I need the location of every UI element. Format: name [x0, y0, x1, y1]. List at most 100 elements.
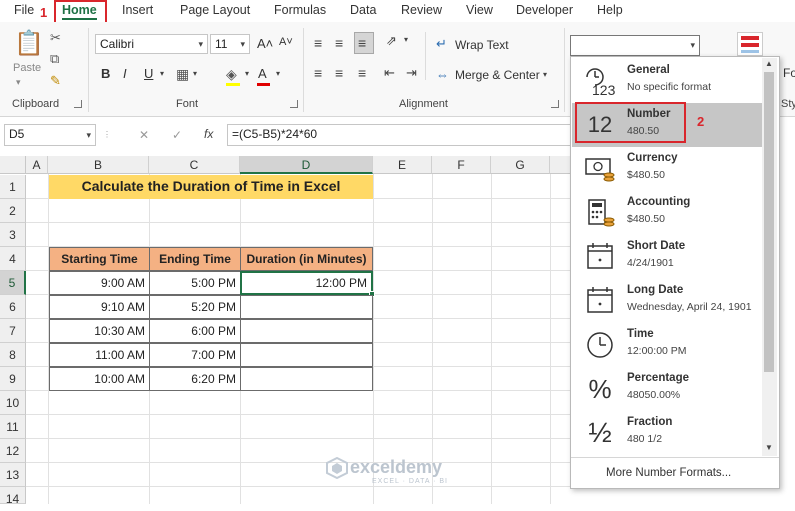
- format-painter-icon[interactable]: ✎: [50, 74, 61, 87]
- cell-d9[interactable]: [240, 367, 373, 391]
- cell-b5[interactable]: 9:00 AM: [49, 271, 150, 295]
- tab-formulas[interactable]: Formulas: [274, 3, 326, 17]
- column-header-d[interactable]: D: [240, 156, 373, 174]
- cell-b6[interactable]: 9:10 AM: [49, 295, 150, 319]
- chevron-down-icon[interactable]: ▾: [193, 70, 197, 78]
- format-option-accounting[interactable]: Accounting $480.50: [572, 191, 764, 235]
- clipboard-launcher-icon[interactable]: [74, 100, 82, 108]
- paste-button[interactable]: Paste: [13, 62, 41, 74]
- header-duration[interactable]: Duration (in Minutes): [240, 247, 373, 271]
- fill-color-icon[interactable]: ◈: [226, 67, 237, 81]
- copy-icon[interactable]: ⧉: [50, 52, 59, 65]
- align-right-icon[interactable]: ≡: [358, 66, 366, 80]
- chevron-down-icon[interactable]: ▾: [86, 131, 91, 140]
- cell-b7[interactable]: 10:30 AM: [49, 319, 150, 343]
- format-option-time[interactable]: Time 12:00:00 PM: [572, 323, 764, 367]
- top-align-icon[interactable]: ≡: [314, 36, 322, 50]
- dropdown-scrollbar[interactable]: ▲ ▼: [762, 58, 777, 456]
- row-header-10[interactable]: 10: [0, 391, 26, 415]
- shrink-font-button[interactable]: A˅: [279, 36, 293, 48]
- column-header-g[interactable]: G: [491, 156, 550, 174]
- scrollbar-thumb[interactable]: [764, 72, 774, 372]
- row-header-12[interactable]: 12: [0, 439, 26, 463]
- cell-c8[interactable]: 7:00 PM: [149, 343, 241, 367]
- scroll-up-icon[interactable]: ▲: [765, 60, 773, 68]
- tab-view[interactable]: View: [466, 3, 493, 17]
- format-option-long-date[interactable]: Long Date Wednesday, April 24, 1901: [572, 279, 764, 323]
- italic-button[interactable]: I: [123, 66, 127, 81]
- formula-input[interactable]: =(C5-B5)*24*60: [227, 124, 570, 146]
- row-header-6[interactable]: 6: [0, 295, 26, 319]
- cell-d5-active[interactable]: 12:00 PM: [240, 271, 373, 295]
- sheet-title[interactable]: Calculate the Duration of Time in Excel: [49, 175, 373, 199]
- tab-insert[interactable]: Insert: [122, 3, 153, 17]
- row-header-14[interactable]: 14: [0, 487, 26, 506]
- cancel-button[interactable]: ✕: [139, 128, 149, 142]
- row-header-11[interactable]: 11: [0, 415, 26, 439]
- chevron-down-icon[interactable]: ▾: [198, 40, 203, 49]
- decrease-indent-icon[interactable]: ⇤: [384, 66, 395, 79]
- row-header-7[interactable]: 7: [0, 319, 26, 343]
- underline-button[interactable]: U: [144, 66, 153, 81]
- increase-indent-icon[interactable]: ⇥: [406, 66, 417, 79]
- tab-page-layout[interactable]: Page Layout: [180, 3, 250, 17]
- font-launcher-icon[interactable]: [290, 100, 298, 108]
- font-color-button[interactable]: A: [258, 66, 267, 81]
- orientation-icon[interactable]: ⇗: [386, 34, 397, 47]
- chevron-down-icon[interactable]: ▾: [690, 41, 695, 50]
- row-header-2[interactable]: 2: [0, 199, 26, 223]
- format-option-general[interactable]: 123 General No specific format: [572, 59, 764, 103]
- chevron-down-icon[interactable]: ▾: [276, 70, 280, 78]
- tab-review[interactable]: Review: [401, 3, 442, 17]
- tab-help[interactable]: Help: [597, 3, 623, 17]
- insert-function-button[interactable]: fx: [204, 127, 213, 141]
- bold-button[interactable]: B: [101, 66, 110, 81]
- wrap-text-button[interactable]: Wrap Text: [455, 38, 509, 52]
- header-ending-time[interactable]: Ending Time: [149, 247, 241, 271]
- cell-d8[interactable]: [240, 343, 373, 367]
- grow-font-button[interactable]: A˄: [257, 36, 273, 51]
- number-format-field[interactable]: ▾: [570, 35, 700, 56]
- font-name-field[interactable]: Calibri ▾: [95, 34, 208, 54]
- row-header-9[interactable]: 9: [0, 367, 26, 391]
- scroll-down-icon[interactable]: ▼: [765, 444, 773, 452]
- wrap-text-icon[interactable]: ↵: [436, 37, 447, 50]
- paste-dropdown-icon[interactable]: ▾: [16, 78, 21, 87]
- row-header-1[interactable]: 1: [0, 175, 26, 199]
- align-center-icon[interactable]: ≡: [335, 66, 343, 80]
- column-header-f[interactable]: F: [432, 156, 491, 174]
- conditional-formatting-icon[interactable]: [737, 32, 763, 56]
- chevron-down-icon[interactable]: ▾: [543, 71, 547, 79]
- cell-b9[interactable]: 10:00 AM: [49, 367, 150, 391]
- column-header-e[interactable]: E: [373, 156, 432, 174]
- format-option-percentage[interactable]: % Percentage 48050.00%: [572, 367, 764, 411]
- cell-d6[interactable]: [240, 295, 373, 319]
- chevron-down-icon[interactable]: ▾: [240, 40, 245, 49]
- cell-c9[interactable]: 6:20 PM: [149, 367, 241, 391]
- row-header-4[interactable]: 4: [0, 247, 26, 271]
- font-size-field[interactable]: 11 ▾: [210, 34, 250, 54]
- cell-c6[interactable]: 5:20 PM: [149, 295, 241, 319]
- chevron-down-icon[interactable]: ▾: [160, 70, 164, 78]
- tab-developer[interactable]: Developer: [516, 3, 573, 17]
- format-option-currency[interactable]: Currency $480.50: [572, 147, 764, 191]
- format-option-fraction[interactable]: ½ Fraction 480 1/2: [572, 411, 764, 455]
- column-header-a[interactable]: A: [26, 156, 48, 174]
- row-header-3[interactable]: 3: [0, 223, 26, 247]
- more-number-formats-button[interactable]: More Number Formats...: [606, 467, 731, 479]
- middle-align-icon[interactable]: ≡: [335, 36, 343, 50]
- column-header-b[interactable]: B: [48, 156, 149, 174]
- tab-file[interactable]: File: [14, 3, 34, 17]
- row-header-13[interactable]: 13: [0, 463, 26, 487]
- cell-c7[interactable]: 6:00 PM: [149, 319, 241, 343]
- align-left-icon[interactable]: ≡: [314, 66, 322, 80]
- chevron-down-icon[interactable]: ▾: [404, 36, 408, 44]
- row-header-8[interactable]: 8: [0, 343, 26, 367]
- column-header-c[interactable]: C: [149, 156, 240, 174]
- format-option-short-date[interactable]: Short Date 4/24/1901: [572, 235, 764, 279]
- tab-data[interactable]: Data: [350, 3, 376, 17]
- select-all-button[interactable]: [0, 156, 26, 174]
- cell-b8[interactable]: 11:00 AM: [49, 343, 150, 367]
- name-box[interactable]: D5 ▾: [4, 124, 96, 146]
- column-header-h[interactable]: [550, 156, 571, 174]
